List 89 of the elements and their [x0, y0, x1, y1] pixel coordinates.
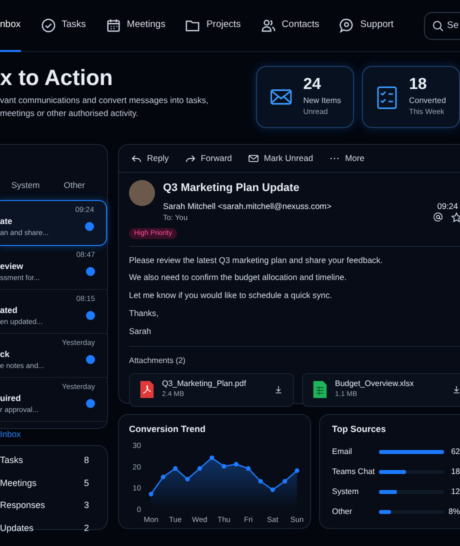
support-icon	[339, 18, 354, 33]
pdf-file-icon	[140, 381, 154, 398]
data-point	[185, 476, 190, 481]
source-label: Other	[332, 506, 354, 518]
file-name: Q3_Marketing_Plan.pdf	[162, 378, 248, 390]
search-icon	[432, 20, 444, 32]
card-title: Top Sources	[332, 423, 387, 436]
email-subject: Q3 Marketing Plan Update	[163, 181, 300, 196]
email-body-text: Let me know if you would like to schedule a quick sync.	[129, 290, 333, 302]
chart-title: Conversion Trend	[129, 423, 207, 436]
spreadsheet-file-icon	[313, 381, 327, 398]
reply-icon	[131, 153, 142, 164]
source-percent: 8%	[448, 506, 460, 518]
data-point	[282, 478, 288, 484]
folder-icon	[185, 18, 200, 33]
forward-icon	[184, 153, 196, 164]
count-label: Updates	[0, 522, 34, 535]
nav-tab[interactable]: Meetings	[106, 0, 166, 52]
toolbar-button[interactable]: Mark Unread	[248, 152, 314, 165]
count-value: 8	[84, 454, 89, 467]
sender-address: Sarah Mitchell <sarah.mitchell@nexuss.com>	[163, 200, 332, 212]
nav-tab[interactable]: Tasks	[40, 0, 86, 52]
avatar	[129, 180, 155, 206]
description-text: vant communications and convert messages into tasks,	[0, 94, 210, 107]
search-field[interactable]: Se	[424, 12, 460, 40]
source-percent: 12	[451, 486, 460, 498]
data-point	[258, 478, 263, 484]
unread-dot	[86, 267, 95, 276]
message-title: ate	[0, 215, 14, 228]
email-body-text: Thanks,	[129, 308, 160, 319]
message-title: uired	[0, 392, 22, 405]
source-percent: 62	[451, 446, 460, 458]
message-title: ck	[0, 348, 10, 361]
nav-tab[interactable]: Support	[339, 0, 394, 52]
toolbar-button[interactable]: Forward	[184, 152, 232, 165]
attachments-label: Attachments (2)	[129, 346, 460, 367]
stat-label: Converted	[409, 96, 446, 106]
data-point	[197, 466, 202, 470]
data-point	[222, 464, 226, 468]
toolbar-button[interactable]: More	[329, 152, 364, 165]
unread-dot	[86, 355, 95, 364]
at-sign-icon	[433, 212, 443, 222]
data-point	[148, 491, 154, 496]
check-circle-icon	[40, 18, 56, 33]
stat-value: 24	[303, 76, 322, 93]
data-point	[234, 461, 238, 466]
email-time: 09:24	[437, 200, 458, 212]
email-body-text: Please review the latest Q3 marketing plan and share your feedback.	[129, 254, 384, 266]
count-value: 2	[84, 522, 89, 534]
list-tab[interactable]: Other	[64, 179, 85, 192]
message-title: ated	[0, 304, 18, 317]
email-body-text: We also need to confirm the budget allocation and timeline.	[129, 272, 348, 284]
count-label: Responses	[0, 499, 46, 512]
source-label: Email	[332, 446, 354, 458]
calendar-icon	[106, 18, 121, 33]
data-point	[160, 474, 166, 479]
data-point	[294, 468, 300, 472]
source-label: System	[332, 486, 360, 498]
unread-dot	[85, 222, 94, 232]
download-icon	[452, 385, 460, 394]
stat-label: New Items	[303, 96, 341, 106]
email-body-text: Sarah	[129, 326, 152, 337]
envelope-icon	[248, 153, 259, 164]
stat-value: 18	[409, 76, 428, 93]
count-label: Tasks	[0, 454, 24, 467]
file-name: Budget_Overview.xlsx	[335, 378, 415, 390]
count-label: Meetings	[0, 476, 37, 490]
source-label: Teams Chat	[332, 466, 376, 478]
description-text: meetings or other authorised activity.	[0, 106, 140, 120]
data-point	[173, 466, 178, 470]
count-value: 5	[84, 476, 89, 490]
page-title: x to Action	[0, 66, 114, 90]
people-icon	[260, 18, 276, 33]
nav-tab[interactable]: Projects	[185, 0, 241, 52]
message-title: eview	[0, 260, 24, 273]
toolbar-button[interactable]: Reply	[131, 152, 169, 165]
data-point	[270, 487, 275, 492]
nav-tab[interactable]: nbox	[0, 0, 21, 52]
star-icon	[451, 212, 460, 224]
count-value: 3	[84, 499, 89, 512]
nav-tab[interactable]: Contacts	[260, 0, 320, 52]
unread-dot	[86, 399, 95, 408]
source-percent: 18	[451, 466, 460, 478]
data-point	[246, 466, 251, 470]
inbox-link[interactable]: Inbox	[0, 428, 21, 440]
data-point	[210, 455, 214, 460]
unread-dot	[86, 311, 95, 320]
download-icon	[274, 385, 283, 394]
list-tab[interactable]: System	[11, 179, 40, 192]
